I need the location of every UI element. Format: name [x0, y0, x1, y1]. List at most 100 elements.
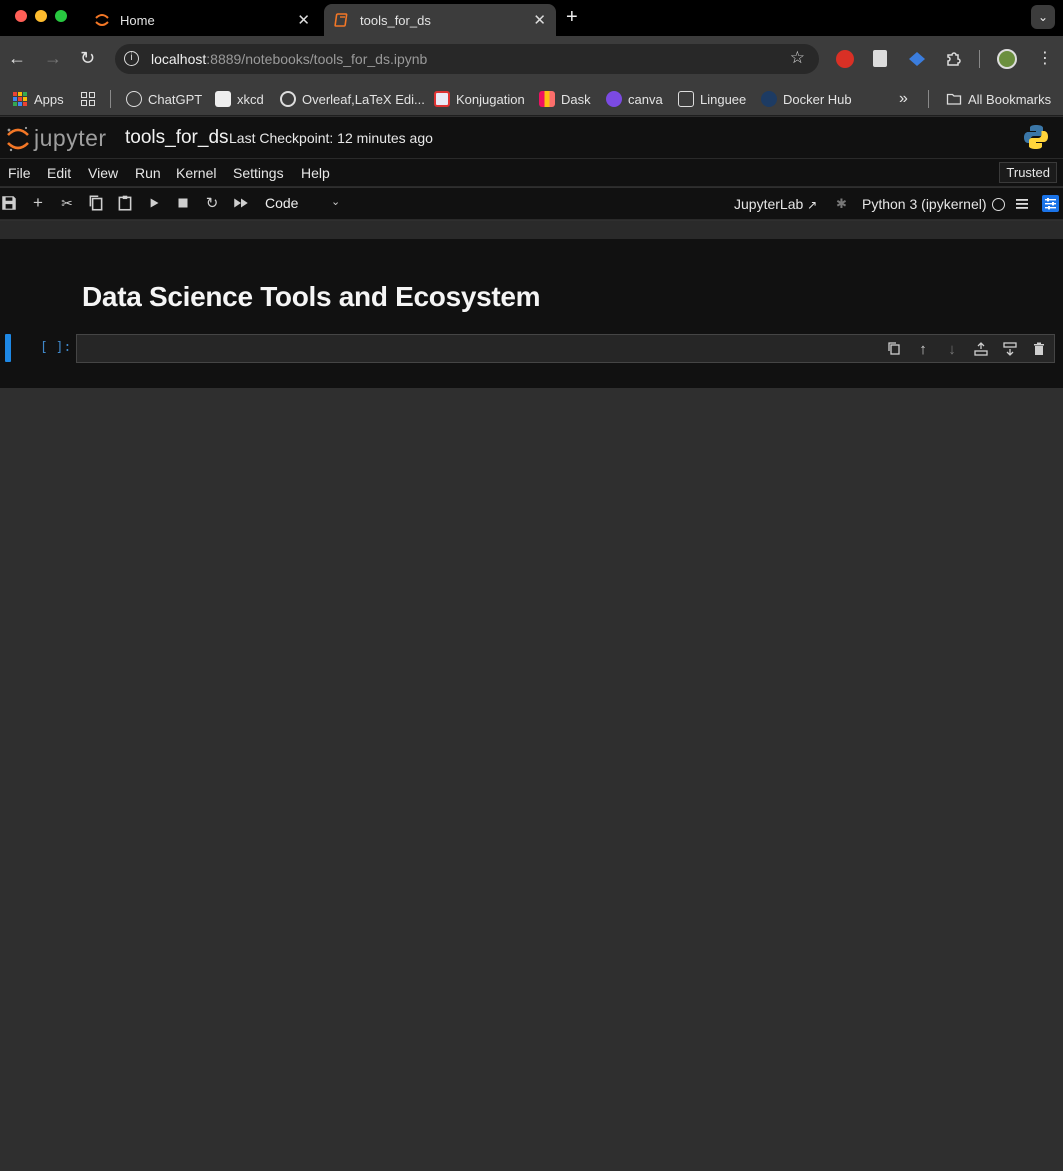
bookmark-canva[interactable]: canva — [606, 89, 663, 109]
jupyter-logo-icon — [7, 126, 29, 151]
all-bookmarks[interactable]: All Bookmarks — [946, 89, 1051, 109]
bookmark-linguee[interactable]: Linguee — [678, 89, 746, 109]
canva-icon — [606, 91, 622, 107]
insert-cell-above-icon[interactable] — [973, 341, 989, 357]
chatgpt-icon — [126, 91, 142, 107]
extension-red-icon[interactable] — [836, 50, 854, 68]
notebook-toolbar: + ✂ ↻ Code ⌄ JupyterLab ↗ ✱ Python 3 (ip… — [0, 188, 1063, 220]
tab-search-icon[interactable]: ⌄ — [1031, 5, 1055, 29]
cell-type-select[interactable]: Code — [265, 195, 298, 211]
konjugation-icon — [434, 91, 450, 107]
address-bar[interactable]: i localhost:8889/notebooks/tools_for_ds.… — [115, 44, 819, 74]
bookmark-xkcd[interactable]: xkcd — [215, 89, 264, 109]
cut-icon[interactable]: ✂ — [58, 194, 76, 212]
new-tab-icon[interactable]: + — [566, 6, 578, 29]
close-tab-icon[interactable]: ✕ — [533, 11, 546, 29]
bookmark-dask[interactable]: Dask — [539, 89, 591, 109]
site-info-icon[interactable]: i — [124, 51, 139, 66]
insert-cell-icon[interactable]: + — [29, 193, 47, 212]
interrupt-icon[interactable] — [174, 194, 192, 212]
bookmark-separator — [928, 90, 929, 108]
forward-icon[interactable]: → — [44, 48, 62, 69]
save-icon[interactable] — [0, 194, 18, 212]
menu-help[interactable]: Help — [301, 165, 330, 181]
overleaf-icon — [280, 91, 296, 107]
notebook-favicon-icon — [334, 13, 348, 27]
bookmarks-overflow-icon[interactable]: » — [899, 89, 908, 109]
xkcd-icon — [215, 91, 231, 107]
duplicate-cell-icon[interactable] — [886, 341, 902, 357]
extension-document-icon[interactable] — [873, 50, 887, 67]
folder-icon — [946, 93, 962, 105]
extensions-puzzle-icon[interactable] — [944, 50, 962, 68]
back-icon[interactable]: ← — [8, 48, 26, 69]
docker-icon — [761, 91, 777, 107]
open-jupyterlab-link[interactable]: JupyterLab ↗ — [734, 196, 817, 212]
input-prompt: [ ]: — [40, 340, 72, 355]
linguee-icon — [678, 91, 694, 107]
bookmark-overleaf[interactable]: Overleaf,LaTeX Edi... — [280, 89, 425, 109]
menu-lines-icon[interactable] — [1015, 197, 1029, 211]
profile-avatar[interactable] — [997, 49, 1017, 69]
jupyter-header: jupyter tools_for_ds Last Checkpoint: 12… — [0, 117, 1063, 159]
run-icon[interactable] — [145, 194, 163, 212]
python-logo-icon — [1024, 125, 1048, 149]
external-link-icon: ↗ — [807, 198, 818, 212]
property-inspector-icon[interactable] — [1042, 195, 1059, 212]
reload-icon[interactable]: ↻ — [80, 48, 95, 69]
menu-edit[interactable]: Edit — [47, 165, 71, 181]
copy-icon[interactable] — [87, 194, 105, 212]
notebook-top-gap — [0, 221, 1063, 239]
insert-cell-below-icon[interactable] — [1002, 341, 1018, 357]
restart-icon[interactable]: ↻ — [203, 194, 221, 212]
code-cell-input[interactable]: ↑ ↓ — [76, 334, 1055, 363]
zoom-window-button[interactable] — [55, 10, 67, 22]
active-cell-indicator — [5, 334, 11, 362]
paste-icon[interactable] — [116, 194, 134, 212]
browser-tab-home[interactable]: Home ✕ — [84, 4, 320, 36]
toolbar-divider — [979, 50, 980, 68]
browser-tab-strip: Home ✕ tools_for_ds ✕ + ⌄ — [0, 0, 1063, 36]
jupyter-favicon-icon — [95, 14, 109, 26]
trusted-indicator[interactable]: Trusted — [999, 162, 1057, 183]
bookmark-chatgpt[interactable]: ChatGPT — [126, 89, 202, 109]
delete-cell-icon[interactable] — [1031, 341, 1047, 357]
apps-grid-icon — [13, 92, 27, 106]
menu-bar: File Edit View Run Kernel Settings Help … — [0, 159, 1063, 187]
bookmark-apps[interactable]: Apps — [12, 89, 64, 109]
menu-kernel[interactable]: Kernel — [176, 165, 216, 181]
extension-graduation-icon[interactable] — [908, 50, 926, 68]
bookmark-star-icon[interactable]: ☆ — [790, 48, 805, 68]
menu-file[interactable]: File — [8, 165, 31, 181]
markdown-heading[interactable]: Data Science Tools and Ecosystem — [82, 281, 541, 313]
bookmark-separator — [110, 90, 111, 108]
browser-toolbar: ← → ↻ i localhost:8889/notebooks/tools_f… — [0, 36, 1063, 82]
browser-menu-icon[interactable]: ⋮ — [1037, 48, 1053, 68]
kernel-name[interactable]: Python 3 (ipykernel) — [862, 196, 987, 212]
close-tab-icon[interactable]: ✕ — [297, 11, 310, 29]
notebook-empty-area[interactable] — [0, 388, 1063, 1171]
browser-tab-notebook[interactable]: tools_for_ds ✕ — [324, 4, 556, 36]
minimize-window-button[interactable] — [35, 10, 47, 22]
notebook-title[interactable]: tools_for_ds — [125, 127, 229, 149]
bookmarks-bar: Apps ChatGPT xkcd Overleaf,LaTeX Edi... … — [0, 82, 1063, 116]
menu-run[interactable]: Run — [135, 165, 161, 181]
close-window-button[interactable] — [15, 10, 27, 22]
bookmark-docker-hub[interactable]: Docker Hub — [761, 89, 852, 109]
chevron-down-icon[interactable]: ⌄ — [331, 195, 340, 208]
move-cell-up-icon[interactable]: ↑ — [915, 341, 931, 358]
dask-icon — [539, 91, 555, 107]
menu-settings[interactable]: Settings — [233, 165, 284, 181]
bookmark-konjugation[interactable]: Konjugation — [434, 89, 525, 109]
notebook-panel: Data Science Tools and Ecosystem [ ]: ↑ … — [0, 239, 1063, 388]
menu-view[interactable]: View — [88, 165, 118, 181]
move-cell-down-icon[interactable]: ↓ — [944, 341, 960, 358]
jupyter-logo[interactable]: jupyter — [6, 125, 107, 152]
kernel-status-idle-icon — [992, 198, 1005, 211]
tab-groups-icon[interactable] — [80, 91, 96, 107]
tab-title: tools_for_ds — [360, 12, 431, 28]
tab-title: Home — [120, 12, 155, 28]
debugger-bug-icon[interactable]: ✱ — [836, 196, 847, 212]
url-text[interactable]: localhost:8889/notebooks/tools_for_ds.ip… — [151, 51, 427, 67]
restart-run-all-icon[interactable] — [232, 194, 250, 212]
